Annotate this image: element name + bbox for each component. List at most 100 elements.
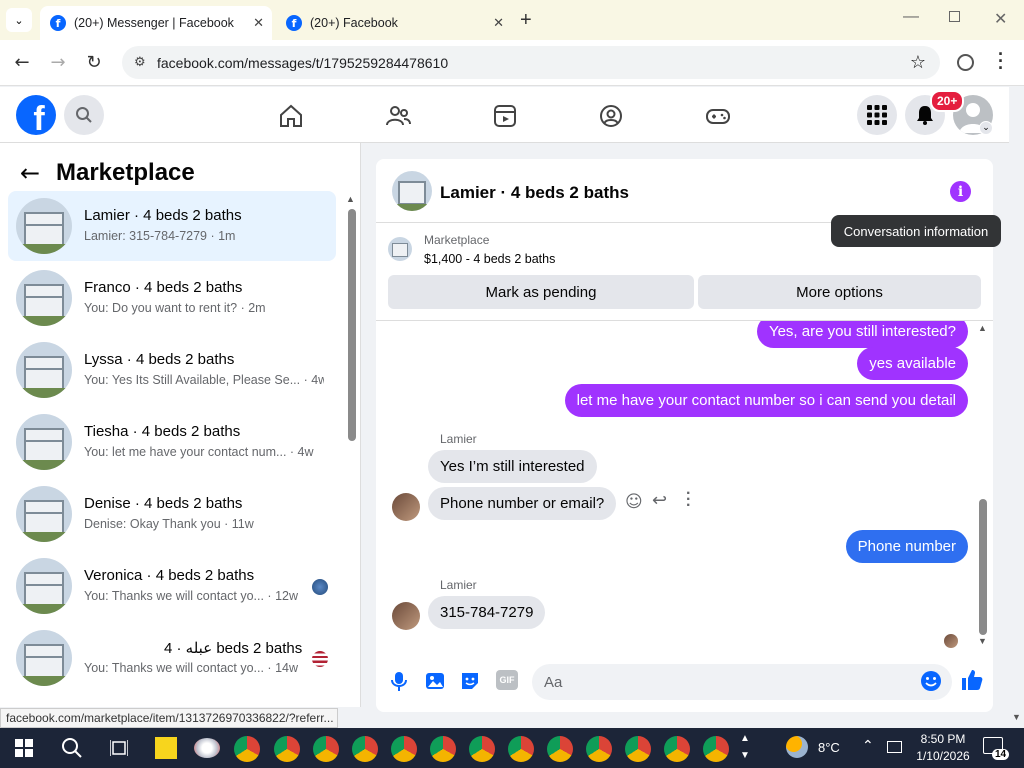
scrollbar-thumb[interactable]	[979, 499, 987, 635]
message-thread: Yes, are you still interested? yes avail…	[376, 320, 993, 656]
chrome-icon[interactable]	[625, 736, 651, 762]
incoming-message[interactable]: 315-784-7279	[428, 596, 546, 629]
chrome-icon[interactable]	[313, 736, 339, 762]
scrollbar-thumb[interactable]	[348, 209, 356, 441]
scroll-up-icon[interactable]: ▲	[346, 194, 355, 204]
outgoing-message[interactable]: Phone number	[845, 530, 968, 563]
chrome-icon[interactable]	[547, 736, 573, 762]
app-icon[interactable]	[194, 738, 220, 758]
conversation-preview: You: Thanks we will contact yo... · 14w	[84, 661, 298, 675]
react-smiley-icon[interactable]: ☺	[625, 492, 643, 512]
chrome-icon[interactable]	[703, 736, 729, 762]
new-tab-icon[interactable]: +	[520, 9, 532, 32]
gif-icon[interactable]: GIF	[496, 670, 518, 690]
weather-icon[interactable]	[786, 736, 808, 758]
minimize-window-icon[interactable]: —	[903, 8, 919, 26]
chrome-icon[interactable]	[430, 736, 456, 762]
outgoing-message[interactable]: let me have your contact number so i can…	[564, 384, 968, 417]
emoji-icon[interactable]	[920, 670, 942, 692]
close-tab-icon[interactable]: ✕	[253, 15, 264, 31]
facebook-logo-icon[interactable]: f	[16, 95, 56, 135]
menu-grid-button[interactable]	[857, 95, 897, 135]
conversation-item[interactable]: Denise · 4 beds 2 baths Denise: Okay Tha…	[8, 479, 336, 549]
chrome-icon[interactable]	[508, 736, 534, 762]
photo-icon[interactable]	[424, 670, 446, 692]
tab-facebook[interactable]: f (20+) Facebook ✕	[276, 6, 512, 40]
tab-search-button[interactable]: ⌄	[6, 8, 32, 32]
notification-count-badge: 14	[992, 749, 1010, 760]
listing-thumbnail[interactable]	[388, 237, 412, 261]
chrome-icon[interactable]	[234, 736, 260, 762]
sender-avatar[interactable]	[392, 602, 420, 630]
reply-icon[interactable]: ↩	[652, 490, 667, 511]
chrome-icon[interactable]	[352, 736, 378, 762]
thumbs-up-icon[interactable]	[960, 668, 984, 692]
listing-thumbnail	[16, 486, 72, 542]
chrome-icon[interactable]	[586, 736, 612, 762]
friends-icon[interactable]	[385, 103, 411, 129]
back-arrow-icon[interactable]: ←	[20, 159, 40, 187]
listing-price[interactable]: $1,400 - 4 beds 2 baths	[424, 252, 555, 266]
chat-title[interactable]: Lamier · 4 beds 2 baths	[440, 183, 629, 203]
close-window-icon[interactable]: ✕	[994, 9, 1007, 29]
conversation-item[interactable]: عبله · 4 beds 2 baths You: Thanks we wil…	[8, 623, 336, 693]
clock-date: 1/10/2026	[916, 749, 970, 763]
message-input[interactable]: Aa	[532, 664, 952, 700]
scroll-down-icon[interactable]: ▼	[978, 636, 987, 646]
microphone-icon[interactable]	[388, 670, 410, 692]
chrome-icon[interactable]	[274, 736, 300, 762]
search-button[interactable]	[64, 95, 104, 135]
listing-thumbnail[interactable]	[392, 171, 432, 211]
conversation-preview: Denise: Okay Thank you · 11w	[84, 517, 254, 531]
conversation-item[interactable]: Tiesha · 4 beds 2 baths You: let me have…	[8, 407, 336, 477]
flag-icon	[312, 651, 328, 667]
windows-start-icon[interactable]	[15, 739, 33, 757]
restore-window-icon[interactable]	[949, 11, 960, 22]
groups-icon[interactable]	[598, 103, 624, 129]
taskbar-search-icon[interactable]	[61, 737, 83, 759]
info-icon[interactable]: i	[950, 181, 971, 202]
sender-avatar[interactable]	[392, 493, 420, 521]
mark-as-pending-button[interactable]: Mark as pending	[388, 275, 694, 309]
conversation-preview: You: Yes Its Still Available, Please Se.…	[84, 373, 324, 387]
scroll-up-icon[interactable]: ▲	[978, 323, 987, 333]
reload-icon[interactable]: ↻	[83, 52, 105, 73]
bookmark-star-icon[interactable]: ☆	[910, 52, 926, 73]
back-arrow-icon[interactable]: ←	[11, 52, 33, 73]
home-icon[interactable]	[278, 103, 304, 129]
chrome-icon[interactable]	[469, 736, 495, 762]
more-options-button[interactable]: More options	[698, 275, 981, 309]
conversation-item[interactable]: Franco · 4 beds 2 baths You: Do you want…	[8, 263, 336, 333]
profile-icon[interactable]	[957, 54, 974, 71]
incoming-message[interactable]: Phone number or email?	[428, 487, 617, 520]
conversation-item[interactable]: Lyssa · 4 beds 2 baths You: Yes Its Stil…	[8, 335, 336, 405]
conversation-item[interactable]: Lamier · 4 beds 2 baths Lamier: 315-784-…	[8, 191, 336, 261]
gaming-icon[interactable]	[705, 103, 731, 129]
sticker-icon[interactable]	[459, 670, 481, 692]
page-scroll-down-icon[interactable]: ▼	[1012, 712, 1021, 722]
task-view-icon[interactable]	[110, 739, 128, 757]
system-clock[interactable]: 8:50 PM 1/10/2026	[912, 731, 974, 765]
sticky-notes-icon[interactable]	[155, 737, 177, 759]
tray-chevron-icon[interactable]: ⌃	[862, 738, 874, 754]
kebab-menu-icon[interactable]: · · ·	[998, 45, 1004, 77]
more-actions-icon[interactable]: · · ·	[686, 486, 691, 514]
taskbar-overflow-icon[interactable]: ▲ ▼	[740, 730, 750, 764]
sender-name: Lamier	[440, 578, 477, 592]
site-info-icon[interactable]: ⚙	[134, 55, 146, 70]
chrome-icon[interactable]	[391, 736, 417, 762]
incoming-message[interactable]: Yes I’m still interested	[428, 450, 597, 483]
chrome-icon[interactable]	[664, 736, 690, 762]
outgoing-message[interactable]: Yes, are you still interested?	[756, 321, 968, 348]
listing-thumbnail	[16, 270, 72, 326]
account-chevron-icon[interactable]: ⌄	[979, 121, 993, 135]
facebook-favicon-icon: f	[286, 15, 302, 31]
network-icon[interactable]	[887, 741, 902, 753]
conversation-item[interactable]: Veronica · 4 beds 2 baths You: Thanks we…	[8, 551, 336, 621]
outgoing-message[interactable]: yes available	[857, 347, 968, 380]
close-tab-icon[interactable]: ✕	[493, 15, 504, 31]
address-bar[interactable]: ⚙ facebook.com/messages/t/17952592844786…	[122, 46, 940, 79]
tab-messenger[interactable]: f (20+) Messenger | Facebook ✕	[40, 6, 272, 40]
forward-arrow-icon[interactable]: →	[47, 52, 69, 73]
video-icon[interactable]	[492, 103, 518, 129]
